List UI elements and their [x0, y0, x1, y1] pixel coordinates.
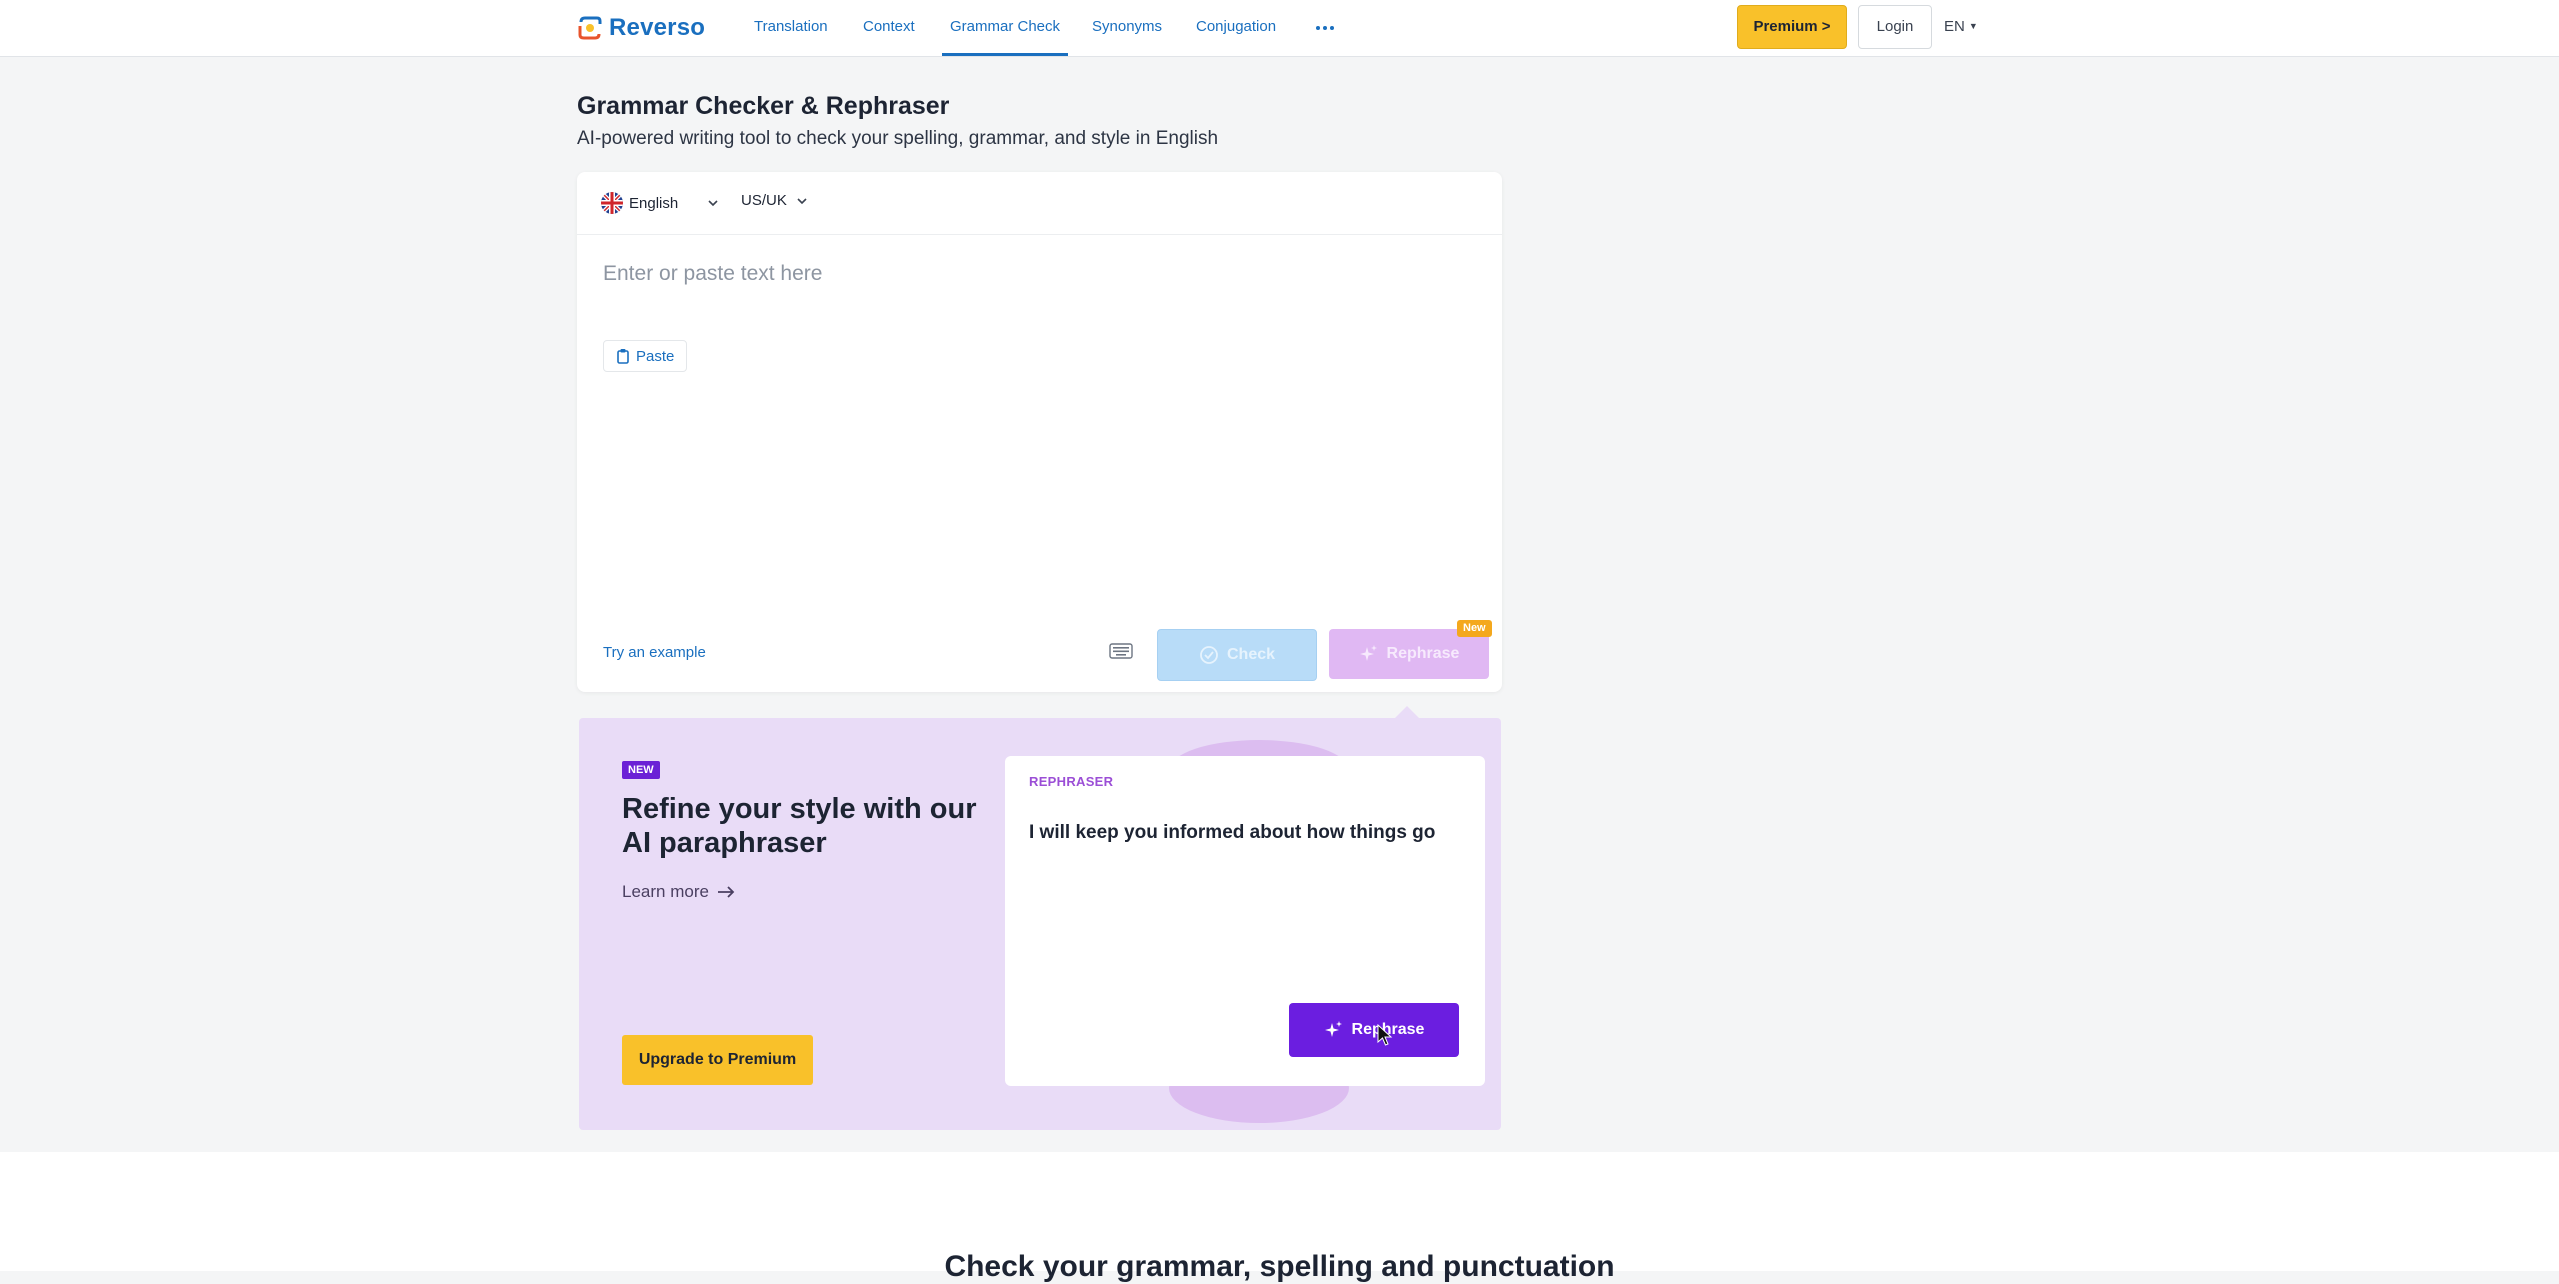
page-subtitle: AI-powered writing tool to check your sp… [577, 128, 1219, 149]
premium-button[interactable]: Premium > [1737, 5, 1847, 49]
sparkle-icon [1359, 645, 1377, 661]
editor-toolbar: English US/UK [577, 172, 1502, 235]
section-heading: Check your grammar, spelling and punctua… [944, 1250, 1615, 1283]
check-button[interactable]: Check [1157, 629, 1317, 681]
login-button[interactable]: Login [1858, 5, 1932, 49]
logo-text: Reverso [609, 14, 706, 41]
keyboard-icon[interactable] [1109, 643, 1133, 659]
paraphraser-promo: NEW Refine your style with our AI paraph… [579, 718, 1501, 1130]
paste-label: Paste [636, 347, 675, 365]
cursor-icon [1377, 1024, 1393, 1046]
variant-label: US/UK [741, 192, 787, 209]
page-title: Grammar Checker & Rephraser [577, 92, 950, 120]
rephraser-card-label: REPHRASER [1029, 774, 1114, 789]
chevron-down-icon [708, 200, 718, 207]
caret-down-icon: ▼ [1968, 21, 1978, 31]
reverso-logo-icon [578, 16, 602, 40]
nav-grammar-check[interactable]: Grammar Check [942, 0, 1069, 56]
rephrase-label: Rephrase [1386, 645, 1460, 662]
reverso-logo[interactable]: Reverso [577, 10, 705, 46]
upgrade-to-premium-button[interactable]: Upgrade to Premium [622, 1035, 813, 1085]
more-dots-icon[interactable] [1314, 18, 1336, 38]
variant-dropdown[interactable]: US/UK [741, 192, 809, 209]
learn-more-link[interactable]: Learn more [622, 882, 735, 902]
text-input-placeholder[interactable]: Enter or paste text here [603, 262, 822, 286]
language-dropdown[interactable]: English [601, 192, 720, 214]
clipboard-icon [617, 349, 629, 364]
nav-conjugation[interactable]: Conjugation [1196, 0, 1276, 56]
uk-flag-icon [601, 192, 623, 214]
language-label: English [629, 194, 679, 212]
try-example-link[interactable]: Try an example [603, 644, 706, 661]
nav-context[interactable]: Context [863, 0, 915, 56]
rephraser-demo-card: REPHRASER I will keep you informed about… [1005, 756, 1485, 1086]
new-badge: NEW [622, 761, 660, 779]
nav-synonyms[interactable]: Synonyms [1092, 0, 1162, 56]
interface-language-select[interactable]: EN ▼ [1944, 18, 1978, 35]
arrow-right-icon [717, 886, 735, 898]
sparkle-icon [1324, 1021, 1342, 1037]
top-navigation-bar: Reverso Translation Context Grammar Chec… [0, 0, 2559, 57]
new-tag: New [1457, 620, 1492, 637]
check-label: Check [1226, 646, 1276, 663]
chevron-down-icon [797, 197, 807, 204]
learn-more-label: Learn more [622, 882, 709, 901]
interface-language-label: EN [1944, 18, 1965, 35]
card-rephrase-button[interactable]: Rephrase [1289, 1003, 1459, 1057]
rephraser-sample-text: I will keep you informed about how thing… [1029, 822, 1436, 843]
promo-heading: Refine your style with our AI paraphrase… [622, 793, 977, 859]
check-circle-icon [1200, 646, 1218, 664]
grammar-editor: English US/UK Enter or paste text here P… [577, 172, 1502, 692]
paste-button[interactable]: Paste [603, 340, 688, 372]
nav-translation[interactable]: Translation [754, 0, 828, 56]
